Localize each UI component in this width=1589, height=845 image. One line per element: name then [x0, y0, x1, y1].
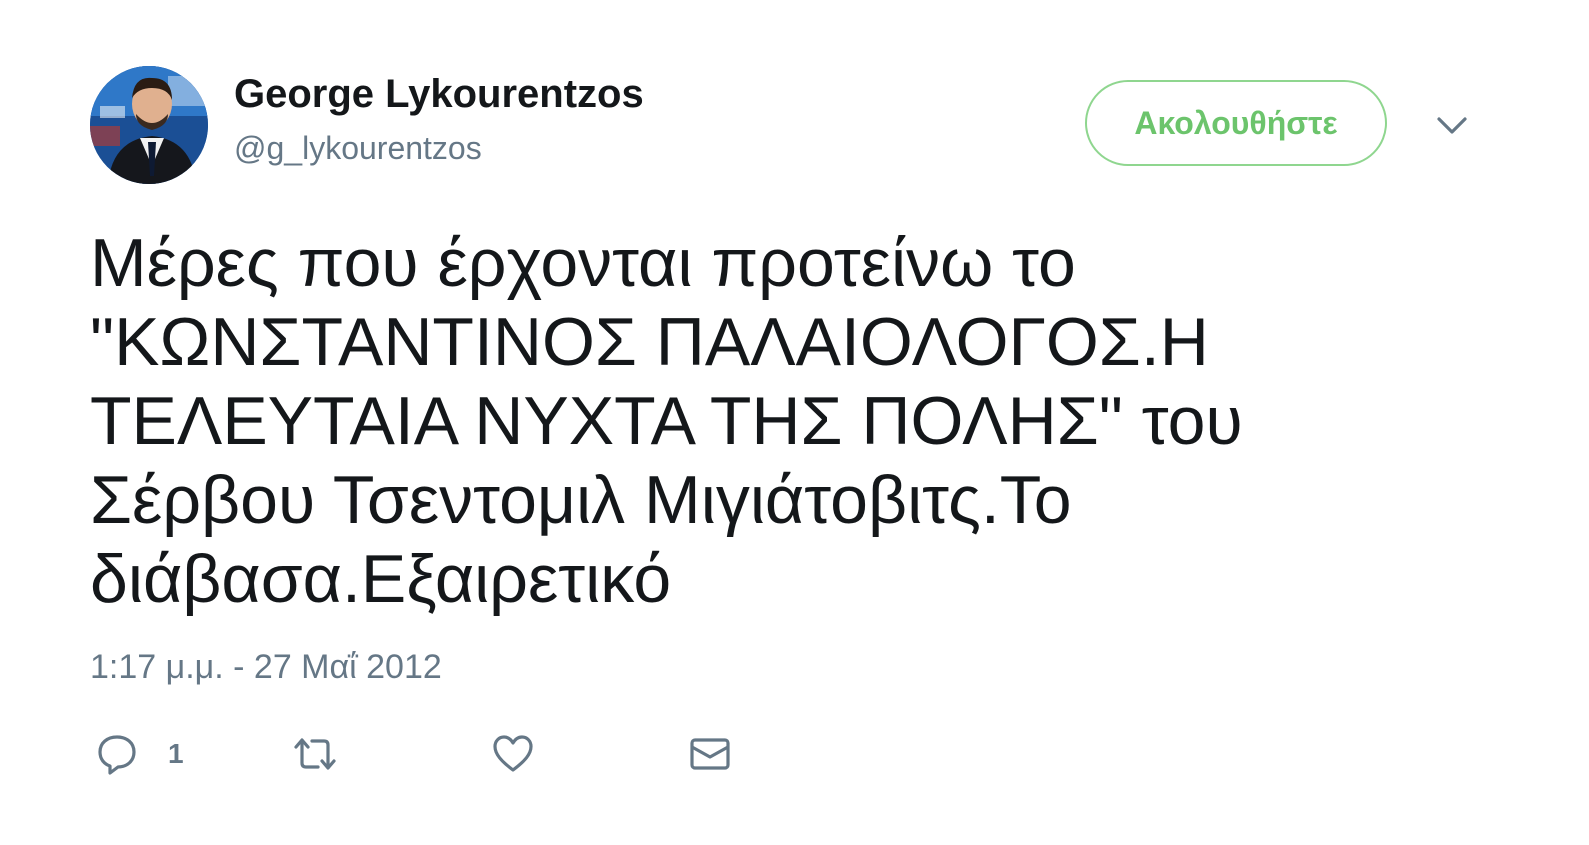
tweet-card: George Lykourentzos @g_lykourentzos Ακολ…: [0, 0, 1589, 845]
retweet-icon: [294, 738, 336, 770]
avatar-image: [90, 66, 208, 184]
reply-count: 1: [168, 738, 184, 769]
reply-icon: [98, 735, 136, 775]
direct-message-button[interactable]: [690, 732, 730, 776]
tweet-timestamp[interactable]: 1:17 μ.μ. - 27 Μαΐ 2012: [90, 648, 442, 687]
follow-button[interactable]: Ακολουθήστε: [1085, 80, 1387, 166]
reply-button[interactable]: 1: [96, 732, 184, 776]
like-button[interactable]: [492, 732, 534, 776]
tweet-text: Μέρες που έρχονται προτείνω το "ΚΩΝΣΤΑΝΤ…: [90, 225, 1243, 617]
tweet-menu-button[interactable]: [1430, 108, 1474, 144]
chevron-down-icon: [1437, 117, 1467, 134]
message-icon: [690, 738, 730, 770]
avatar[interactable]: [90, 66, 208, 184]
retweet-button[interactable]: [292, 732, 338, 776]
like-icon: [493, 735, 533, 772]
author-display-name[interactable]: George Lykourentzos: [234, 72, 644, 117]
author-handle[interactable]: @g_lykourentzos: [234, 130, 482, 167]
